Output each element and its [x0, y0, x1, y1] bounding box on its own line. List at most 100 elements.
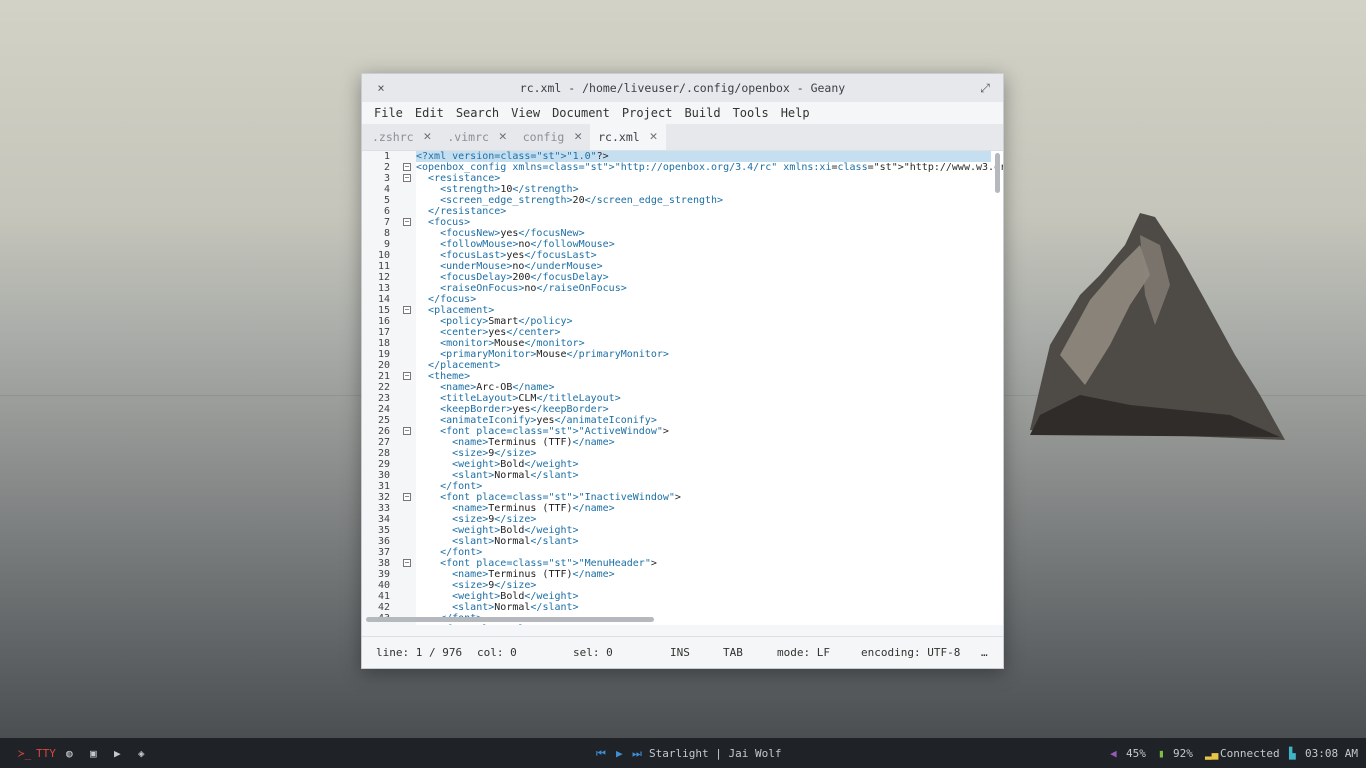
code-line[interactable]: 27 <name>Terminus (TTF)</name>	[378, 437, 991, 448]
tab-label: rc.xml	[598, 129, 640, 144]
code-text: <?xml version=class="st">"1.0"?>	[416, 151, 609, 162]
code-line[interactable]: 24 <keepBorder>yes</keepBorder>	[378, 404, 991, 415]
terminal-prompt-icon[interactable]: ≻_	[18, 747, 31, 760]
firefox-icon[interactable]: ◍	[66, 747, 73, 760]
fold-toggle-icon[interactable]: −	[403, 306, 411, 314]
code-line[interactable]: 29 <weight>Bold</weight>	[378, 459, 991, 470]
menu-project[interactable]: Project	[616, 106, 679, 120]
menu-search[interactable]: Search	[450, 106, 505, 120]
cat-icon[interactable]: ◈	[138, 747, 145, 760]
code-line[interactable]: 13 <raiseOnFocus>no</raiseOnFocus>	[378, 283, 991, 294]
network-icon[interactable]: ▂▄	[1205, 747, 1218, 760]
horizontal-scrollbar[interactable]	[366, 617, 654, 622]
code-text: <screen_edge_strength>20</screen_edge_st…	[440, 195, 724, 206]
close-window-icon[interactable]: ×	[373, 80, 389, 96]
code-text: <center>yes</center>	[440, 327, 561, 338]
code-line[interactable]: 42 <slant>Normal</slant>	[378, 602, 991, 613]
code-line[interactable]: 30 <slant>Normal</slant>	[378, 470, 991, 481]
close-tab-icon[interactable]: ✕	[650, 129, 658, 144]
menu-build[interactable]: Build	[678, 106, 726, 120]
code-line[interactable]: 38 − <font place=class="st">"MenuHeader">	[378, 558, 991, 569]
code-line[interactable]: 26 − <font place=class="st">"ActiveWindow…	[378, 426, 991, 437]
tab-config[interactable]: config ✕	[515, 123, 590, 150]
code-line[interactable]: 28 <size>9</size>	[378, 448, 991, 459]
code-line[interactable]: 8 <focusNew>yes</focusNew>	[384, 228, 991, 239]
code-line[interactable]: 34 <size>9</size>	[378, 514, 991, 525]
code-text: <weight>Bold</weight>	[452, 459, 579, 470]
code-line[interactable]: 22 <name>Arc-OB</name>	[378, 382, 991, 393]
previous-track-icon[interactable]: ⏮	[596, 747, 606, 761]
code-text: <font place=class="st">"InactiveWindow">	[440, 492, 681, 503]
tab-vimrc[interactable]: .vimrc ✕	[439, 123, 514, 150]
code-line[interactable]: 21 − <theme>	[378, 371, 991, 382]
code-line[interactable]: 31 </font>	[378, 481, 991, 492]
next-track-icon[interactable]: ⏭	[632, 747, 642, 761]
code-line[interactable]: 1 <?xml version=class="st">"1.0"?>	[384, 151, 991, 162]
fold-toggle-icon[interactable]: −	[403, 163, 411, 171]
code-area[interactable]: 1 <?xml version=class="st">"1.0"?> 2− <open…	[378, 151, 1003, 625]
code-line[interactable]: 14 </focus>	[378, 294, 991, 305]
code-line[interactable]: 6 </resistance>	[384, 206, 991, 217]
tab-zshrc[interactable]: .zshrc ✕	[364, 123, 439, 150]
code-line[interactable]: 4 <strength>10</strength>	[384, 184, 991, 195]
close-tab-icon[interactable]: ✕	[574, 129, 582, 144]
line-number: 38	[377, 558, 390, 569]
fold-toggle-icon[interactable]: −	[403, 372, 411, 380]
maximize-window-icon[interactable]: ⤢	[977, 80, 993, 96]
line-number: 10	[377, 250, 390, 261]
code-line[interactable]: 33 <name>Terminus (TTF)</name>	[378, 503, 991, 514]
code-line[interactable]: 23 <titleLayout>CLM</titleLayout>	[378, 393, 991, 404]
fold-toggle-icon[interactable]: −	[403, 559, 411, 567]
code-line[interactable]: 2 − <openbox_config xmlns=class="st">"http…	[384, 162, 1003, 173]
code-line[interactable]: 17 <center>yes</center>	[378, 327, 991, 338]
menu-file[interactable]: File	[368, 106, 409, 120]
code-line[interactable]: 11 <underMouse>no</underMouse>	[378, 261, 991, 272]
code-line[interactable]: 12 <focusDelay>200</focusDelay>	[378, 272, 991, 283]
fold-toggle-icon[interactable]: −	[403, 218, 411, 226]
code-line[interactable]: 25 <animateIconify>yes</animateIconify>	[378, 415, 991, 426]
code-line[interactable]: 37 </font>	[378, 547, 991, 558]
line-number: 42	[377, 602, 390, 613]
code-line[interactable]: 9 <followMouse>no</followMouse>	[384, 239, 991, 250]
menu-tools[interactable]: Tools	[727, 106, 775, 120]
menu-help[interactable]: Help	[775, 106, 816, 120]
code-line[interactable]: 20 </placement>	[378, 360, 991, 371]
code-line[interactable]: 44 <font place=class="st">"MenuItem">	[378, 624, 991, 625]
code-text: <raiseOnFocus>no</raiseOnFocus>	[440, 283, 627, 294]
line-number: 19	[377, 349, 390, 360]
volume-icon[interactable]: ◀	[1110, 747, 1117, 760]
code-line[interactable]: 39 <name>Terminus (TTF)</name>	[378, 569, 991, 580]
fold-toggle-icon[interactable]: −	[403, 427, 411, 435]
menu-edit[interactable]: Edit	[409, 106, 450, 120]
code-line[interactable]: 15 − <placement>	[378, 305, 991, 316]
code-text: </font>	[440, 547, 483, 558]
code-line[interactable]: 32 − <font place=class="st">"InactiveWind…	[378, 492, 991, 503]
code-text: <policy>Smart</policy>	[440, 316, 573, 327]
fold-toggle-icon[interactable]: −	[403, 174, 411, 182]
fold-toggle-icon[interactable]: −	[403, 493, 411, 501]
code-line[interactable]: 35 <weight>Bold</weight>	[378, 525, 991, 536]
code-line[interactable]: 3 − <resistance>	[384, 173, 991, 184]
menu-view[interactable]: View	[505, 106, 546, 120]
code-line[interactable]: 10 <focusLast>yes</focusLast>	[378, 250, 991, 261]
vertical-scrollbar[interactable]	[995, 153, 1000, 193]
code-line[interactable]: 36 <slant>Normal</slant>	[378, 536, 991, 547]
line-number: 40	[377, 580, 390, 591]
file-manager-icon[interactable]: ▣	[90, 747, 97, 760]
code-line[interactable]: 16 <policy>Smart</policy>	[378, 316, 991, 327]
code-line[interactable]: 41 <weight>Bold</weight>	[378, 591, 991, 602]
tab-rc-xml[interactable]: rc.xml ✕	[590, 123, 666, 150]
code-line[interactable]: 19 <primaryMonitor>Mouse</primaryMonitor…	[378, 349, 991, 360]
menu-document[interactable]: Document	[546, 106, 616, 120]
close-tab-icon[interactable]: ✕	[424, 129, 432, 144]
close-tab-icon[interactable]: ✕	[499, 129, 507, 144]
code-line[interactable]: 7 − <focus>	[384, 217, 991, 228]
code-editor[interactable]: 1 <?xml version=class="st">"1.0"?> 2− <open…	[362, 151, 1003, 625]
play-icon[interactable]: ▶	[616, 747, 623, 760]
code-line[interactable]: 18 <monitor>Mouse</monitor>	[378, 338, 991, 349]
code-text: <underMouse>no</underMouse>	[440, 261, 603, 272]
tty-label[interactable]: TTY	[36, 747, 56, 760]
code-line[interactable]: 40 <size>9</size>	[378, 580, 991, 591]
youtube-icon[interactable]: ▶	[114, 747, 121, 760]
code-line[interactable]: 5 <screen_edge_strength>20</screen_edge_…	[384, 195, 991, 206]
